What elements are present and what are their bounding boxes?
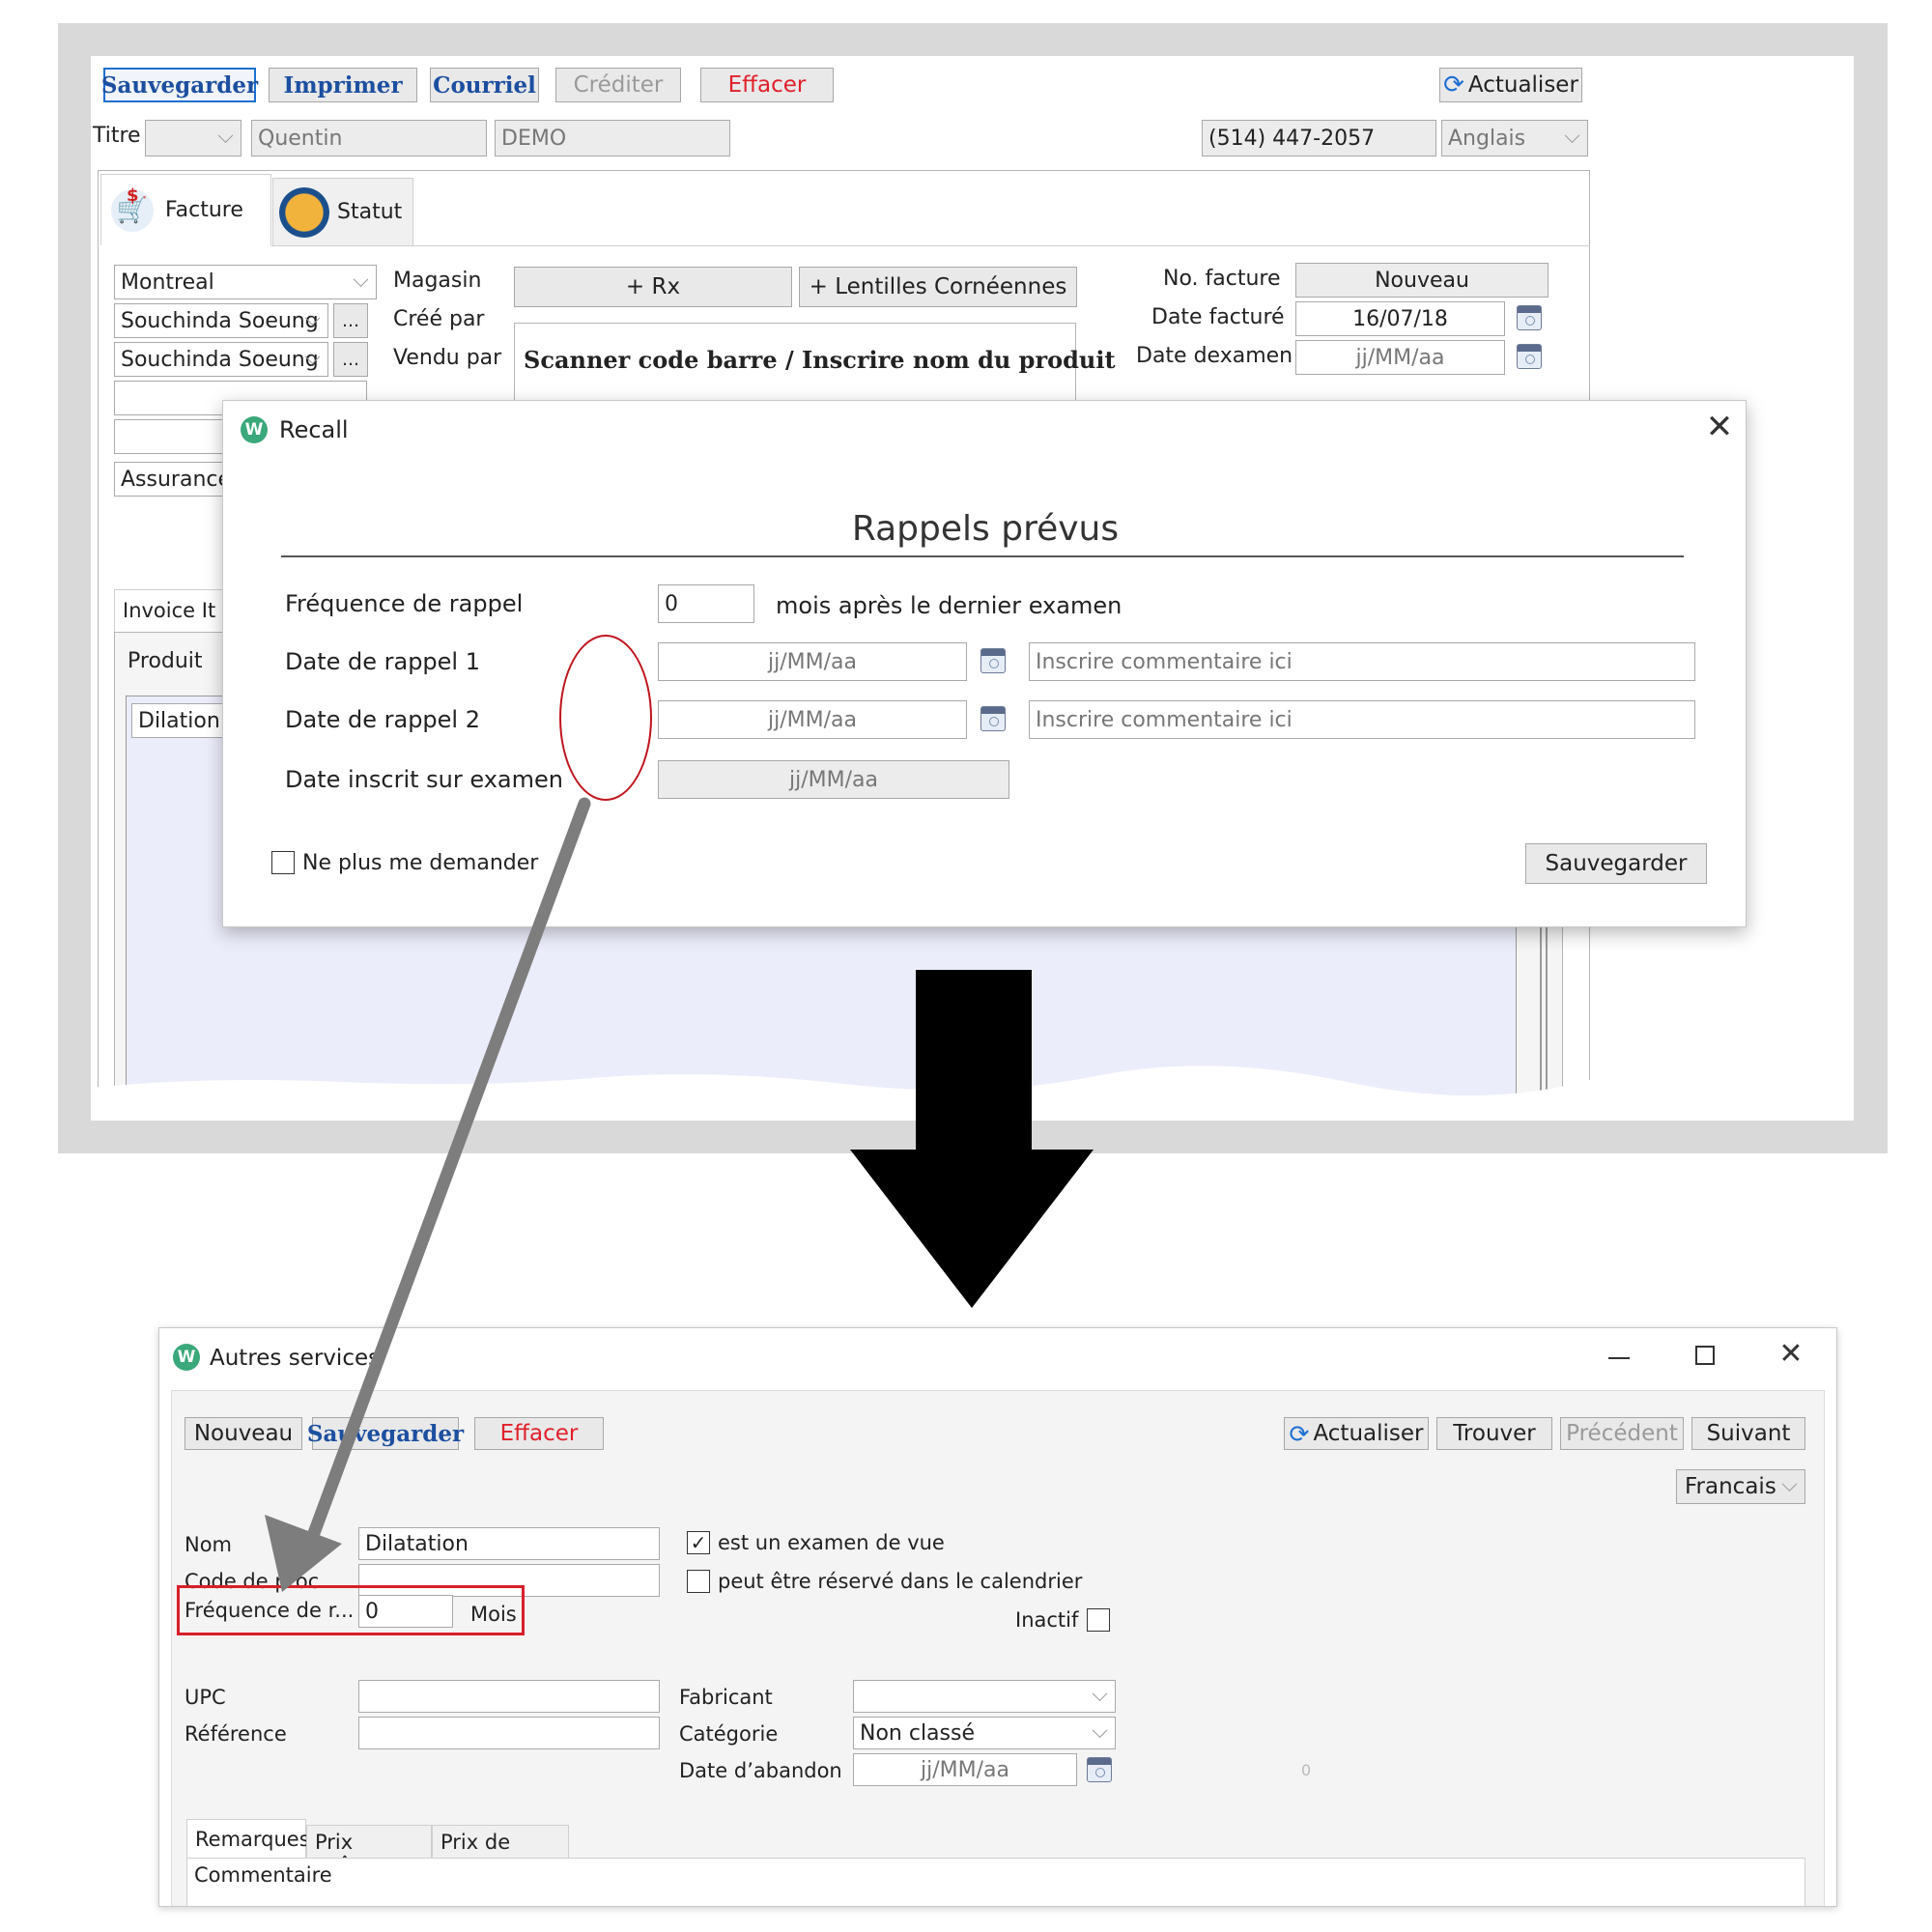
pointer-arrow-icon bbox=[265, 797, 591, 1592]
